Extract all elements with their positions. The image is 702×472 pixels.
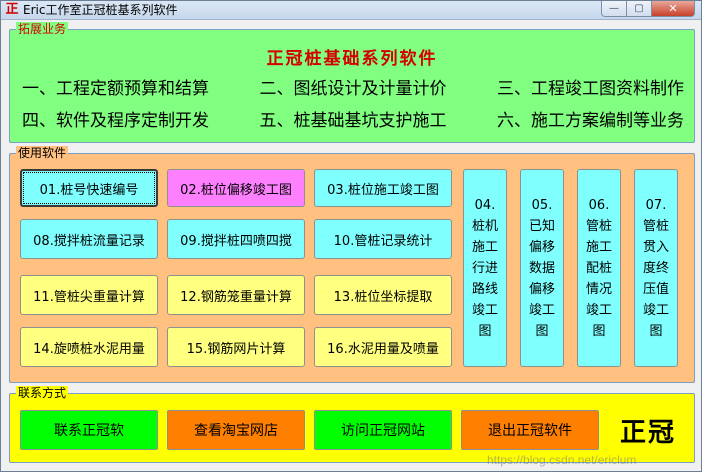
pile-numbering-button[interactable]: 01.桩号快速编号	[20, 169, 158, 207]
business-item: 一、工程定额预算和结算	[22, 79, 209, 99]
business-row-1: 一、工程定额预算和结算 二、图纸设计及计量计价 三、工程竣工图资料制作	[10, 74, 694, 99]
contact-button[interactable]: 联系正冠软	[20, 410, 158, 450]
business-heading: 正冠桩基础系列软件	[266, 49, 438, 69]
rebar-mesh-calc-button[interactable]: 15.钢筋网片计算	[167, 327, 305, 367]
business-item: 四、软件及程序定制开发	[22, 111, 209, 131]
brand-logo: 正冠	[620, 418, 677, 448]
exit-software-button[interactable]: 退出正冠软件	[461, 410, 599, 450]
watermark: https://blog.csdn.net/ericlum	[487, 453, 637, 467]
cement-spray-amount-button[interactable]: 16.水泥用量及喷量	[314, 327, 452, 367]
business-legend: 拓展业务	[16, 22, 69, 37]
software-legend: 使用软件	[16, 146, 69, 161]
pile-tip-weight-button[interactable]: 11.管桩尖重量计算	[20, 275, 158, 315]
maximize-button[interactable]: ▢	[626, 1, 652, 17]
mixing-pile-four-spray-button[interactable]: 09.搅拌桩四喷四搅	[167, 219, 305, 259]
close-button[interactable]: ✕	[651, 1, 695, 17]
contact-legend: 联系方式	[16, 386, 69, 401]
visit-website-button[interactable]: 访问正冠网站	[314, 410, 452, 450]
minimize-button[interactable]: —	[601, 1, 627, 17]
title-bar[interactable]: 正 Eric工作室正冠桩基系列软件 — ▢ ✕	[1, 1, 701, 20]
business-item: 五、桩基础基坑支护施工	[259, 111, 447, 131]
software-group: 使用软件 01.桩号快速编号 02.桩位偏移竣工图 03.桩位施工竣工图 08.…	[9, 146, 695, 383]
taobao-shop-button[interactable]: 查看淘宝网店	[167, 410, 305, 450]
pile-construction-asbuilt-button[interactable]: 03.桩位施工竣工图	[314, 169, 452, 207]
business-item: 二、图纸设计及计量计价	[259, 79, 447, 99]
business-item: 三、工程竣工图资料制作	[497, 79, 684, 99]
pipe-pile-penetration-button[interactable]: 07.管桩贯入度终压值竣工图	[634, 169, 678, 367]
rebar-cage-weight-button[interactable]: 12.钢筋笼重量计算	[167, 275, 305, 315]
app-window: 正 Eric工作室正冠桩基系列软件 — ▢ ✕ 拓展业务 正冠桩基础系列软件 一…	[0, 0, 702, 472]
window-controls: — ▢ ✕	[601, 1, 695, 18]
app-logo-icon: 正	[5, 2, 19, 17]
known-offset-asbuilt-button[interactable]: 05.已知偏移数据偏移竣工图	[520, 169, 564, 367]
business-item: 六、施工方案编制等业务	[497, 111, 684, 131]
business-row-2: 四、软件及程序定制开发 五、桩基础基坑支护施工 六、施工方案编制等业务	[10, 106, 694, 131]
pile-offset-asbuilt-button[interactable]: 02.桩位偏移竣工图	[167, 169, 305, 207]
jet-grout-cement-button[interactable]: 14.旋喷桩水泥用量	[20, 327, 158, 367]
mixing-pile-flow-button[interactable]: 08.搅拌桩流量记录	[20, 219, 158, 259]
business-group: 拓展业务 正冠桩基础系列软件 一、工程定额预算和结算 二、图纸设计及计量计价 三…	[9, 22, 695, 143]
pipe-pile-record-button[interactable]: 10.管桩记录统计	[314, 219, 452, 259]
pipe-pile-allocation-button[interactable]: 06.管桩施工配桩情况竣工图	[577, 169, 621, 367]
pile-machine-route-button[interactable]: 04.桩机施工行进路线竣工图	[463, 169, 507, 367]
pile-coordinate-extract-button[interactable]: 13.桩位坐标提取	[314, 275, 452, 315]
window-title: Eric工作室正冠桩基系列软件	[23, 3, 178, 17]
